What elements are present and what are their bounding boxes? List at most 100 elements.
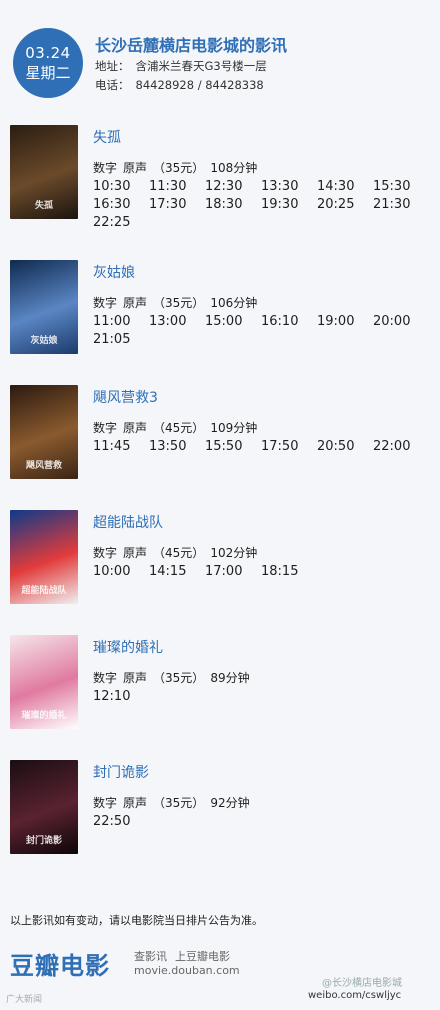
watermark-left: 广大新闻 <box>6 995 43 1005</box>
showtime[interactable]: 11:00 <box>93 313 149 330</box>
movie-meta: 数字 原声 （45元） 109分钟 <box>93 419 263 436</box>
duration-label: 102分钟 <box>210 546 258 560</box>
phone-label: 电话： <box>95 78 130 92</box>
showtimes: 10:30 11:30 12:30 13:30 14:30 15:30 16:30 17:30… <box>93 178 433 231</box>
showtime[interactable]: 22:50 <box>93 813 149 830</box>
movie-poster[interactable]: 璀璨的婚礼 <box>10 635 78 729</box>
format-label: 数字 <box>93 421 118 435</box>
format-label: 数字 <box>93 671 118 685</box>
slogan: 查影讯 上豆瓣电影 <box>134 948 238 964</box>
showtime[interactable]: 18:30 <box>205 196 261 213</box>
showtime[interactable]: 17:00 <box>205 563 261 580</box>
movie-title[interactable]: 失孤 <box>93 127 121 147</box>
showtime[interactable]: 20:50 <box>317 438 373 455</box>
slogan-part-1: 查影讯 <box>134 950 167 963</box>
slogan-part-2: 上豆瓣电影 <box>175 950 230 963</box>
showtime[interactable]: 10:00 <box>93 563 149 580</box>
price-label: （45元） <box>153 421 205 435</box>
showtime[interactable]: 12:10 <box>93 688 149 705</box>
movie-item[interactable]: 超能陆战队 超能陆战队 数字 原声 （45元） 102分钟 10:00 14:15 17:00 1… <box>0 510 440 630</box>
movie-meta: 数字 原声 （35元） 89分钟 <box>93 669 256 686</box>
movie-title[interactable]: 封门诡影 <box>93 762 149 782</box>
showtime[interactable]: 14:30 <box>317 178 373 195</box>
movie-poster[interactable]: 超能陆战队 <box>10 510 78 604</box>
movie-meta: 数字 原声 （35元） 108分钟 <box>93 159 263 176</box>
cinema-title: 长沙岳麓横店电影城的影讯 <box>95 36 288 55</box>
showtime[interactable]: 17:30 <box>149 196 205 213</box>
date-badge: 03.24 星期二 <box>13 28 83 98</box>
phone-value: 84428928 / 84428338 <box>135 78 264 92</box>
showtime[interactable]: 17:50 <box>261 438 317 455</box>
format-label: 数字 <box>93 161 118 175</box>
showtime[interactable]: 11:30 <box>149 178 205 195</box>
showtimes: 11:45 13:50 15:50 17:50 20:50 22:00 <box>93 438 433 455</box>
format-label: 数字 <box>93 296 118 310</box>
watermark-weibo-name: @长沙横店电影城 <box>322 978 402 989</box>
poster-title: 封门诡影 <box>25 836 62 846</box>
audio-label: 原声 <box>123 161 148 175</box>
price-label: （45元） <box>153 546 205 560</box>
movie-title[interactable]: 灰姑娘 <box>93 262 135 282</box>
showtime[interactable]: 10:30 <box>93 178 149 195</box>
movie-item[interactable]: 封门诡影 封门诡影 数字 原声 （35元） 92分钟 22:50 <box>0 760 440 880</box>
poster-title: 超能陆战队 <box>21 586 67 596</box>
showtime[interactable]: 22:00 <box>373 438 429 455</box>
site-url[interactable]: movie.douban.com <box>134 964 240 977</box>
showtime[interactable]: 12:30 <box>205 178 261 195</box>
movie-item[interactable]: 飓风营救 飓风营救3 数字 原声 （45元） 109分钟 11:45 13:50 15:50 17… <box>0 385 440 505</box>
showtime[interactable]: 13:50 <box>149 438 205 455</box>
showtime[interactable]: 19:00 <box>317 313 373 330</box>
showtimes: 12:10 <box>93 688 433 705</box>
movie-meta: 数字 原声 （35元） 92分钟 <box>93 794 256 811</box>
movie-item[interactable]: 璀璨的婚礼 璀璨的婚礼 数字 原声 （35元） 89分钟 12:10 <box>0 635 440 755</box>
movie-poster[interactable]: 封门诡影 <box>10 760 78 854</box>
movie-title[interactable]: 超能陆战队 <box>93 512 163 532</box>
showtime[interactable]: 21:05 <box>93 331 149 348</box>
address-line: 地址： 含浦米兰春天G3号楼一层 <box>95 58 267 74</box>
showtime[interactable]: 20:00 <box>373 313 429 330</box>
duration-label: 89分钟 <box>210 671 250 685</box>
showtime[interactable]: 18:15 <box>261 563 317 580</box>
showtime[interactable]: 21:30 <box>373 196 429 213</box>
showtime[interactable]: 15:50 <box>205 438 261 455</box>
address-value: 含浦米兰春天G3号楼一层 <box>135 59 267 73</box>
showtime[interactable]: 13:00 <box>149 313 205 330</box>
showtime[interactable]: 14:15 <box>149 563 205 580</box>
price-label: （35元） <box>153 796 205 810</box>
duration-label: 92分钟 <box>210 796 250 810</box>
weekday-text: 星期二 <box>25 64 71 82</box>
showtime[interactable]: 22:25 <box>93 214 149 231</box>
poster-title: 失孤 <box>34 201 53 211</box>
movie-item[interactable]: 失孤 失孤 数字 原声 （35元） 108分钟 10:30 11:30 12:30 13:30 14… <box>0 125 440 245</box>
movie-poster[interactable]: 失孤 <box>10 125 78 219</box>
duration-label: 108分钟 <box>210 161 258 175</box>
movie-poster[interactable]: 飓风营救 <box>10 385 78 479</box>
showtimes: 22:50 <box>93 813 433 830</box>
showtime[interactable]: 15:30 <box>373 178 429 195</box>
price-label: （35元） <box>153 671 205 685</box>
poster-title: 灰姑娘 <box>30 336 58 346</box>
phone-line: 电话： 84428928 / 84428338 <box>95 77 264 93</box>
douban-movie-logo[interactable]: 豆瓣电影 <box>10 946 110 981</box>
header: 03.24 星期二 长沙岳麓横店电影城的影讯 地址： 含浦米兰春天G3号楼一层 电… <box>0 0 440 110</box>
showtime[interactable]: 16:10 <box>261 313 317 330</box>
duration-label: 109分钟 <box>210 421 258 435</box>
poster-title: 飓风营救 <box>25 461 62 471</box>
movie-poster[interactable]: 灰姑娘 <box>10 260 78 354</box>
showtime[interactable]: 11:45 <box>93 438 149 455</box>
showtime[interactable]: 15:00 <box>205 313 261 330</box>
showtime[interactable]: 16:30 <box>93 196 149 213</box>
duration-label: 106分钟 <box>210 296 258 310</box>
movie-item[interactable]: 灰姑娘 灰姑娘 数字 原声 （35元） 106分钟 11:00 13:00 15:00 16:10… <box>0 260 440 380</box>
showtime[interactable]: 13:30 <box>261 178 317 195</box>
watermark-weibo-url: weibo.com/cswljyc <box>308 990 402 1001</box>
format-label: 数字 <box>93 546 118 560</box>
movie-meta: 数字 原声 （35元） 106分钟 <box>93 294 263 311</box>
address-label: 地址： <box>95 59 130 73</box>
showtimes: 11:00 13:00 15:00 16:10 19:00 20:00 21:05 <box>93 313 433 348</box>
showtime[interactable]: 19:30 <box>261 196 317 213</box>
movie-title[interactable]: 璀璨的婚礼 <box>93 637 163 657</box>
showtime[interactable]: 20:25 <box>317 196 373 213</box>
movie-title[interactable]: 飓风营救3 <box>93 387 158 407</box>
audio-label: 原声 <box>123 546 148 560</box>
